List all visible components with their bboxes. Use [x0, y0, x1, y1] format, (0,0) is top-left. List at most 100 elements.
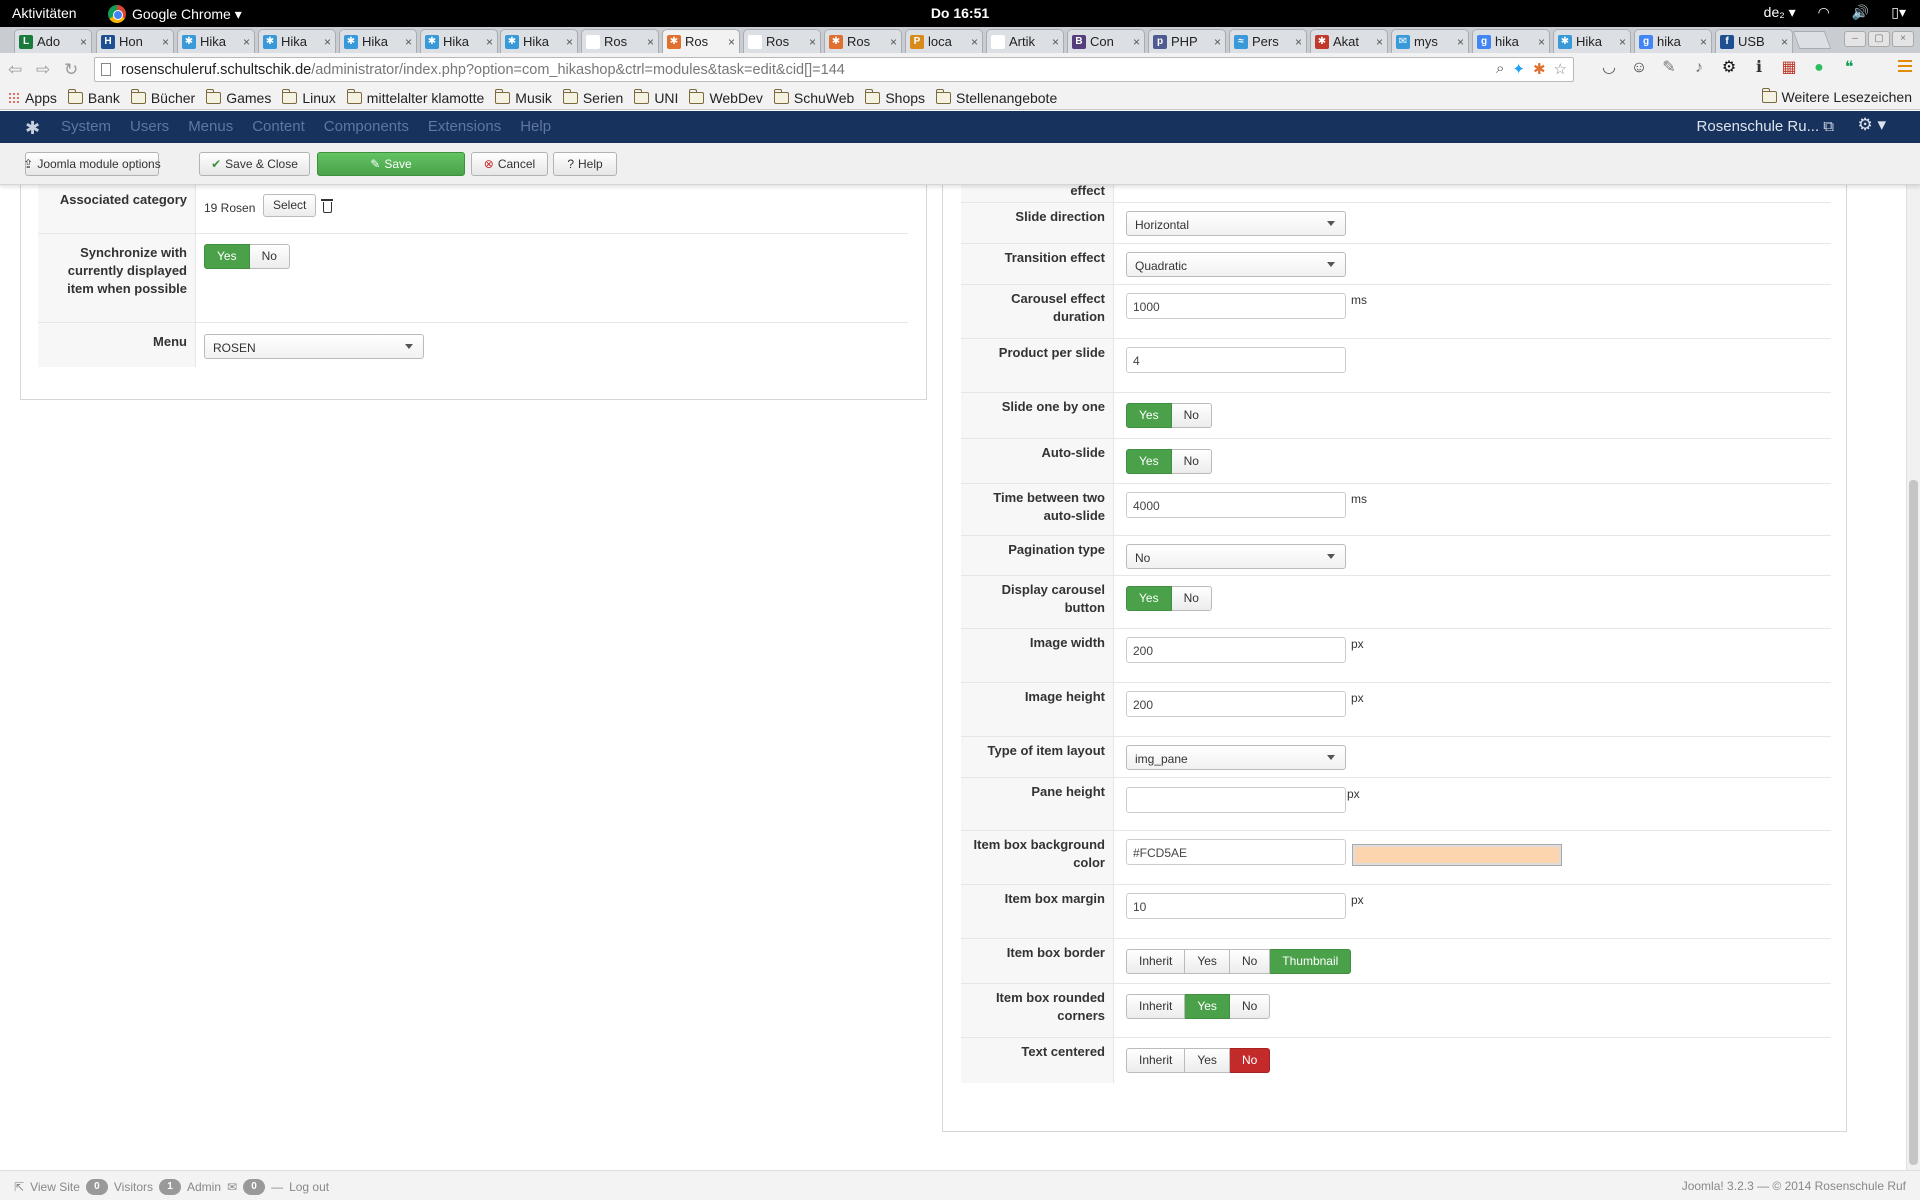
slide-one-by-one-yes[interactable]: Yes	[1126, 403, 1172, 428]
page-scrollbar[interactable]	[1906, 185, 1920, 1170]
module-options-button[interactable]: ⇪ Joomla module options	[23, 152, 161, 176]
tab-close-icon[interactable]: ×	[809, 35, 816, 49]
browser-tab[interactable]: ✉ mys ×	[1391, 29, 1469, 53]
joomla-icon[interactable]: ✱	[1533, 60, 1546, 78]
menu-content[interactable]: Content	[252, 118, 305, 135]
tab-close-icon[interactable]: ×	[1376, 35, 1383, 49]
carousel-duration-input[interactable]: 1000	[1126, 293, 1346, 319]
reload-icon[interactable]: ↻	[64, 60, 78, 80]
select-category-button[interactable]: Select	[263, 194, 317, 217]
browser-tab[interactable]: Artik ×	[986, 29, 1064, 53]
browser-tab[interactable]: Ploca ×	[905, 29, 983, 53]
app-menu[interactable]: Google Chrome ▾	[108, 5, 242, 23]
scrollbar-thumb[interactable]	[1909, 480, 1918, 1165]
info-icon[interactable]: ℹ	[1750, 59, 1768, 77]
display-carousel-button-yes[interactable]: Yes	[1126, 586, 1172, 611]
item-rounded-option-inherit[interactable]: Inherit	[1126, 994, 1186, 1019]
bookmark-folder[interactable]: Bank	[67, 88, 120, 106]
tab-close-icon[interactable]: ×	[1295, 35, 1302, 49]
view-site-link[interactable]: View Site	[30, 1180, 80, 1194]
bookmark-folder[interactable]: Musik	[495, 88, 552, 106]
new-tab-button[interactable]	[1792, 31, 1832, 49]
save-button[interactable]: ✎ Save	[317, 152, 465, 176]
site-link[interactable]: Rosenschule Ru... ⧉	[1697, 118, 1834, 135]
keyboard-layout[interactable]: de₂ ▾	[1764, 4, 1796, 21]
synchronize-yes[interactable]: Yes	[204, 244, 250, 269]
browser-tab[interactable]: ✱ Hika ×	[339, 29, 417, 53]
tab-close-icon[interactable]: ×	[890, 35, 897, 49]
browser-tab[interactable]: B Con ×	[1067, 29, 1145, 53]
bookmark-folder[interactable]: Games	[206, 88, 271, 106]
tab-close-icon[interactable]: ×	[162, 35, 169, 49]
tab-close-icon[interactable]: ×	[971, 35, 978, 49]
pocket-icon[interactable]: ◡	[1600, 59, 1618, 77]
browser-tab[interactable]: f USB ×	[1715, 29, 1793, 53]
menu-components[interactable]: Components	[324, 118, 409, 135]
bookmark-folder[interactable]: Bücher	[130, 88, 195, 106]
bell-icon[interactable]: ♪	[1690, 59, 1708, 77]
tab-close-icon[interactable]: ×	[1781, 35, 1788, 49]
browser-tab[interactable]: ✱ Akat ×	[1310, 29, 1388, 53]
minimize-icon[interactable]: –	[1844, 31, 1866, 47]
display-carousel-button-no[interactable]: No	[1171, 586, 1212, 611]
menu-extensions[interactable]: Extensions	[428, 118, 501, 135]
slide-direction-select[interactable]: Horizontal	[1126, 211, 1346, 236]
trash-icon[interactable]	[321, 199, 333, 213]
item-margin-input[interactable]: 10	[1126, 893, 1346, 919]
color-picker-swatch[interactable]	[1352, 844, 1562, 866]
synchronize-no[interactable]: No	[249, 244, 290, 269]
browser-tab[interactable]: H Hon ×	[96, 29, 174, 53]
close-icon[interactable]: ×	[1892, 31, 1914, 47]
menu-system[interactable]: System	[61, 118, 111, 135]
bookmark-folder[interactable]: UNI	[634, 88, 678, 106]
browser-tab[interactable]: p PHP ×	[1148, 29, 1226, 53]
browser-tab[interactable]: g hika ×	[1472, 29, 1550, 53]
browser-tab[interactable]: ✱ Ros ×	[824, 29, 902, 53]
user-icon[interactable]: ☺	[1630, 59, 1648, 77]
menu-users[interactable]: Users	[130, 118, 169, 135]
user-menu-gear-icon[interactable]: ⚙ ▾	[1858, 115, 1887, 135]
battery-icon[interactable]: ▯▾	[1891, 4, 1906, 21]
bookmark-apps[interactable]: Apps	[8, 90, 57, 106]
text-centered-option-inherit[interactable]: Inherit	[1126, 1048, 1186, 1073]
image-height-input[interactable]: 200	[1126, 691, 1346, 717]
bookmark-folder[interactable]: mittelalter klamotte	[346, 88, 484, 106]
cancel-button[interactable]: ⊗ Cancel	[471, 152, 548, 176]
volume-icon[interactable]: 🔊	[1852, 4, 1869, 21]
pagination-type-select[interactable]: No	[1126, 544, 1346, 569]
item-bg-color-input[interactable]: #FCD5AE	[1126, 839, 1346, 865]
hangouts-icon[interactable]: ❝	[1840, 59, 1858, 77]
evernote-icon[interactable]: ●	[1810, 59, 1828, 77]
browser-tab[interactable]: ✱ Ros ×	[662, 29, 740, 53]
system-tray[interactable]: de₂ ▾ ◠ 🔊 ▯▾	[1764, 4, 1906, 21]
bookmark-folder[interactable]: Serien	[562, 88, 623, 106]
time-between-input[interactable]: 4000	[1126, 492, 1346, 518]
bookmark-folder[interactable]: WebDev	[689, 88, 763, 106]
browser-tab[interactable]: ≈ Pers ×	[1229, 29, 1307, 53]
url-text[interactable]: rosenschuleruf.schultschik.de/administra…	[121, 62, 845, 78]
twitter-icon[interactable]: ✦	[1512, 60, 1525, 78]
logout-link[interactable]: Log out	[289, 1180, 329, 1194]
transition-effect-select[interactable]: Quadratic	[1126, 252, 1346, 277]
item-border-option-yes[interactable]: Yes	[1185, 949, 1230, 974]
tab-close-icon[interactable]: ×	[1538, 35, 1545, 49]
item-border-option-no[interactable]: No	[1229, 949, 1271, 974]
text-centered-option-yes[interactable]: Yes	[1185, 1048, 1230, 1073]
item-border-option-thumbnail[interactable]: Thumbnail	[1270, 949, 1352, 974]
item-layout-select[interactable]: img_pane	[1126, 745, 1346, 770]
browser-tab[interactable]: ✱ Hika ×	[177, 29, 255, 53]
browser-tab[interactable]: Ros ×	[743, 29, 821, 53]
tab-close-icon[interactable]: ×	[324, 35, 331, 49]
eyedropper-icon[interactable]: ✎	[1660, 59, 1678, 77]
tab-close-icon[interactable]: ×	[1619, 35, 1626, 49]
item-rounded-option-no[interactable]: No	[1229, 994, 1271, 1019]
browser-tab[interactable]: ✱ Hika ×	[500, 29, 578, 53]
tab-close-icon[interactable]: ×	[566, 35, 573, 49]
help-button[interactable]: ? Help	[553, 152, 617, 176]
tab-close-icon[interactable]: ×	[1214, 35, 1221, 49]
tab-close-icon[interactable]: ×	[243, 35, 250, 49]
tab-close-icon[interactable]: ×	[486, 35, 493, 49]
menu-help[interactable]: Help	[520, 118, 551, 135]
maximize-icon[interactable]: ▢	[1868, 31, 1890, 47]
settings-ext-icon[interactable]: ⚙	[1720, 59, 1738, 77]
